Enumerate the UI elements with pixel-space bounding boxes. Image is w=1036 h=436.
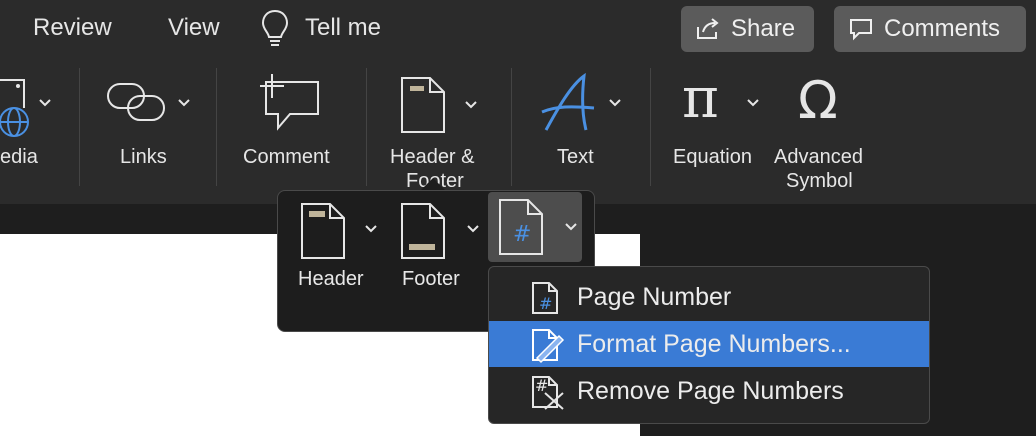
header-button[interactable]: Header [292,198,388,298]
page-number-button[interactable]: # [488,192,582,262]
header-footer-button[interactable]: Header & Footer [386,70,496,192]
comments-button[interactable]: Comments [834,6,1026,52]
footer-page-icon [401,203,445,259]
ribbon-separator [650,68,651,186]
comments-label: Comments [884,15,1001,42]
tell-me-search[interactable]: Tell me [260,8,410,50]
menu-item-label: Remove Page Numbers [577,377,844,405]
comment-bubble-icon [850,19,872,41]
footer-label: Footer [402,268,460,290]
ribbon-separator [216,68,217,186]
tell-me-label: Tell me [305,14,382,41]
tab-bar: Review View Tell me Share Comments [0,0,1036,58]
menu-item-page-number[interactable]: # Page Number [489,274,929,320]
header-label: Header [298,268,364,290]
page-number-menu: # Page Number Format Page Numbers... # R… [488,266,930,424]
footer-button[interactable]: Footer [394,198,490,298]
share-button[interactable]: Share [681,6,814,52]
chevron-down-icon[interactable] [177,98,191,108]
links-button[interactable]: Links [100,70,200,180]
link-chain-icon [107,83,165,121]
page-number-hash-glyph: # [513,222,532,247]
chevron-down-icon[interactable] [466,224,480,234]
media-label: edia [0,146,38,168]
chevron-down-icon[interactable] [746,98,760,108]
omega-symbol-icon: Ω [798,71,838,131]
ribbon-separator [511,68,512,186]
page-number-hash-glyph: # [539,294,553,313]
ribbon-separator [79,68,80,186]
chevron-down-icon[interactable] [38,98,52,108]
chevron-down-icon[interactable] [464,100,478,110]
menu-item-remove-page-numbers[interactable]: # Remove Page Numbers [489,368,929,414]
tab-view[interactable]: View [168,14,220,42]
menu-item-format-page-numbers[interactable]: Format Page Numbers... [489,321,929,367]
advanced-symbol-button[interactable]: Ω Advanced Symbol [772,70,876,192]
chevron-down-icon[interactable] [608,98,622,108]
chevron-down-icon[interactable] [364,224,378,234]
equation-button[interactable]: π Equation [668,66,768,180]
comment-label: Comment [243,146,330,168]
advanced-symbol-label-line2: Symbol [786,170,853,192]
ribbon-separator [366,68,367,186]
header-page-icon [301,203,345,259]
links-label: Links [120,146,167,168]
menu-item-label: Format Page Numbers... [577,330,851,358]
text-label: Text [557,146,594,168]
new-comment-icon [260,74,319,131]
format-page-numbers-icon [532,329,565,364]
page-number-hash-glyph: # [535,376,549,395]
document-page-icon [401,77,445,133]
text-button[interactable]: Text [530,70,630,180]
media-frame-icon [0,79,25,108]
menu-item-label: Page Number [577,283,732,311]
chevron-down-icon[interactable] [564,222,578,232]
advanced-symbol-label-line1: Advanced [774,146,863,168]
tab-review[interactable]: Review [33,14,112,42]
equation-pi-icon: π [682,66,719,131]
share-icon [697,18,719,39]
lightbulb-icon [261,9,289,46]
new-comment-button[interactable]: Comment [236,70,346,180]
share-label: Share [731,15,796,42]
header-footer-label-line1: Header & [390,146,475,168]
equation-label: Equation [673,146,752,168]
text-box-icon [541,72,595,131]
